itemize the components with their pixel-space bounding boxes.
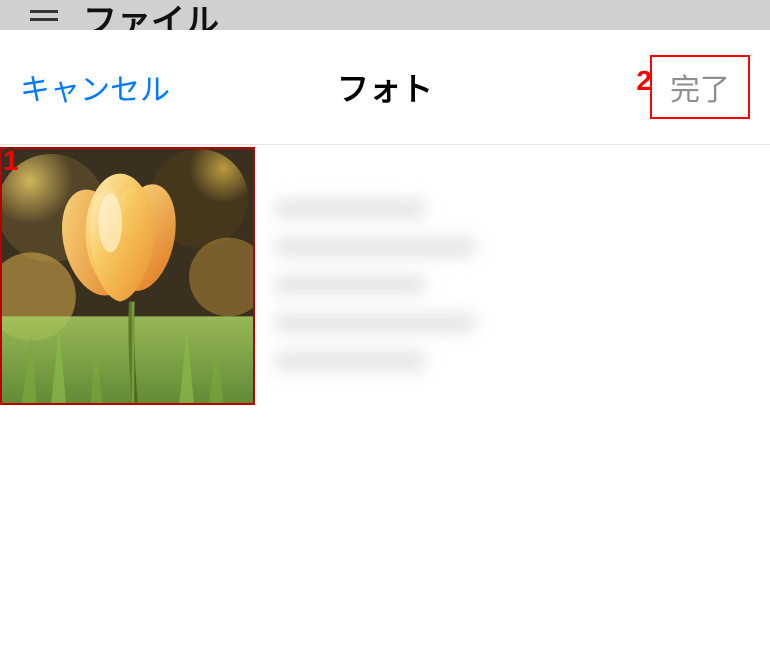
menu-icon [30, 5, 58, 26]
modal-title: フォト [337, 64, 433, 110]
tulip-image [2, 149, 253, 403]
done-button[interactable]: 完了 [650, 55, 750, 119]
annotation-step-2: 2 [636, 65, 652, 97]
photo-picker-modal: 1 2 キャンセル フォト 完了 [0, 30, 770, 661]
photo-thumbnail[interactable] [0, 147, 255, 405]
modal-header: キャンセル フォト 完了 [0, 30, 770, 145]
blurred-background-content [265, 180, 515, 430]
cancel-button[interactable]: キャンセル [20, 65, 170, 109]
annotation-step-1: 1 [3, 145, 19, 177]
background-app-bar: ファイル [0, 0, 770, 30]
